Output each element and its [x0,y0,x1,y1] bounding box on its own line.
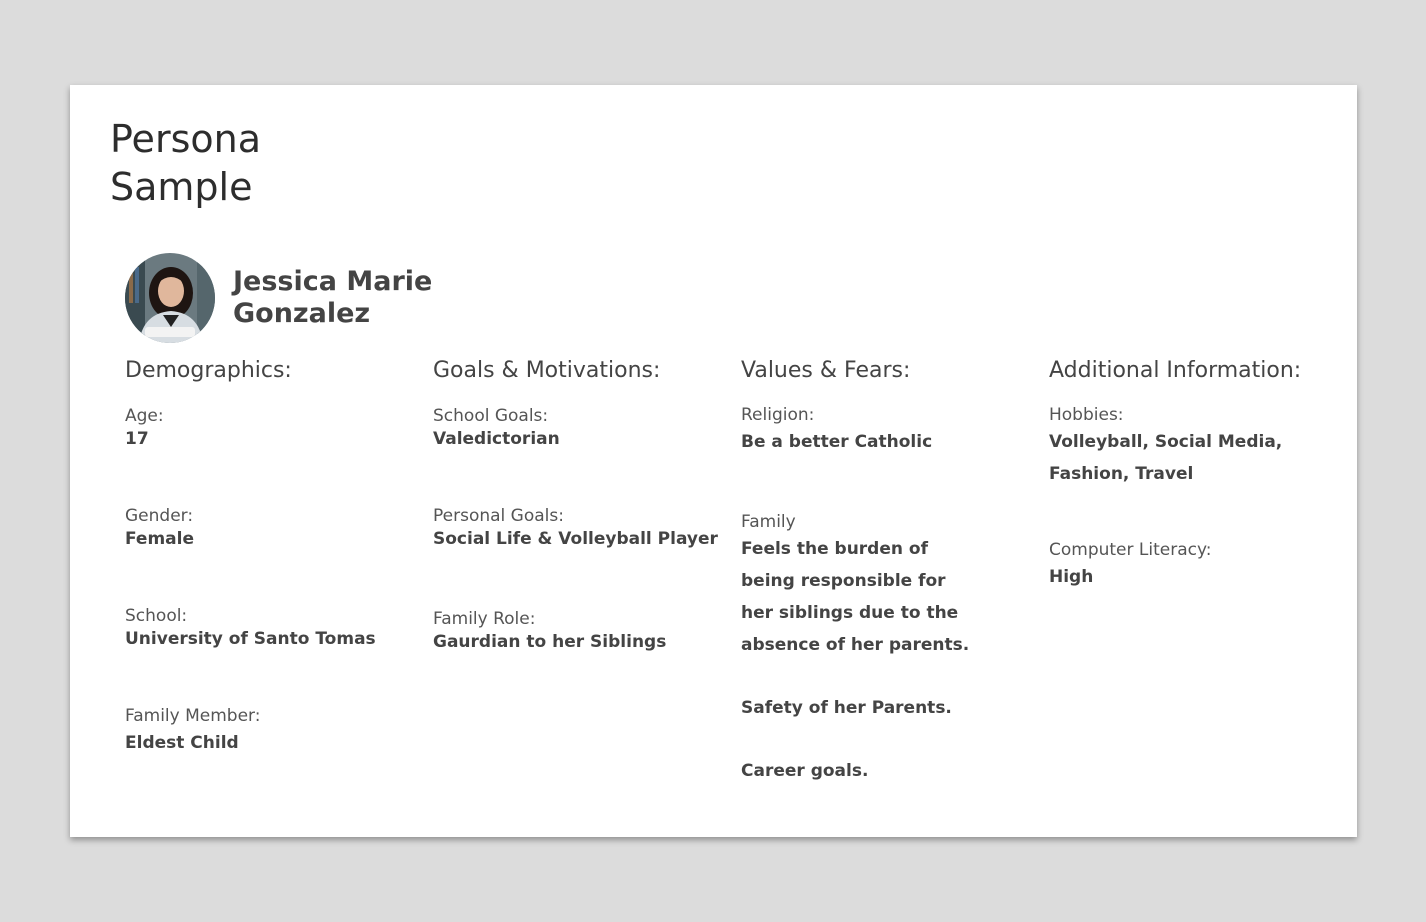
family-line: Feels the burden of [741,539,928,559]
personal-goals-field: Personal Goals: Social Life & Volleyball… [433,505,718,551]
school-goals-value: Valedictorian [433,429,560,449]
fear-career-goals: Career goals. [741,761,869,781]
additional-section: Additional Information: Hobbies: Volleyb… [1049,357,1339,587]
school-label: School: [125,606,188,626]
gender-value: Female [125,529,194,549]
school-goals-field: School Goals: Valedictorian [433,405,560,451]
title-line-2: Sample [110,165,253,209]
gender-field: Gender: Female [125,505,194,551]
persona-card: Persona Sample Jessica Marie Gonzalez De… [70,85,1357,837]
fear-parents-safety: Safety of her Parents. [741,698,952,718]
age-field: Age: 17 [125,405,164,451]
family-role-field: Family Role: Gaurdian to her Siblings [433,608,666,654]
family-line: her siblings due to the [741,603,959,623]
age-value: 17 [125,429,149,449]
persona-name-line-1: Jessica Marie [233,266,433,297]
family-description: Feels the burden of being responsible fo… [741,533,969,661]
avatar [125,253,215,343]
family-label: Family [741,512,796,532]
family-line: being responsible for [741,571,946,591]
demographics-section: Demographics: Age: 17 Gender: Female Sch… [125,357,415,753]
school-value: University of Santo Tomas [125,629,376,649]
persona-name-line-2: Gonzalez [233,298,371,329]
goals-heading: Goals & Motivations: [433,358,661,383]
gender-label: Gender: [125,506,194,526]
family-member-value: Eldest Child [125,733,239,753]
title-line-1: Persona [110,117,261,161]
school-goals-label: School Goals: [433,406,549,426]
hobbies-field: Hobbies: Volleyball, Social Media, Fashi… [1049,404,1282,490]
age-label: Age: [125,406,164,426]
family-member-field: Family Member: Eldest Child [125,705,260,759]
computer-literacy-field: Computer Literacy: High [1049,539,1212,593]
avatar-photo [125,253,215,343]
goals-section: Goals & Motivations: School Goals: Valed… [433,357,723,652]
values-heading: Values & Fears: [741,358,911,383]
values-section: Values & Fears: Religion: Be a better Ca… [741,357,1031,781]
additional-heading: Additional Information: [1049,358,1302,383]
family-field: Family Feels the burden of being respons… [741,511,969,787]
personal-goals-label: Personal Goals: [433,506,564,526]
family-member-label: Family Member: [125,706,261,726]
demographics-heading: Demographics: [125,358,292,383]
personal-goals-value: Social Life & Volleyball Player [433,529,718,549]
persona-name: Jessica Marie Gonzalez [233,266,432,330]
computer-literacy-value: High [1049,567,1094,587]
religion-label: Religion: [741,405,815,425]
page-title: Persona Sample [110,115,261,211]
hobbies-label: Hobbies: [1049,405,1124,425]
hobbies-line: Volleyball, Social Media, [1049,432,1283,452]
religion-field: Religion: Be a better Catholic [741,404,932,458]
hobbies-line: Fashion, Travel [1049,464,1194,484]
school-field: School: University of Santo Tomas [125,605,376,651]
family-role-value: Gaurdian to her Siblings [433,632,667,652]
family-line: absence of her parents. [741,635,970,655]
religion-value: Be a better Catholic [741,432,933,452]
family-role-label: Family Role: [433,609,536,629]
computer-literacy-label: Computer Literacy: [1049,540,1212,560]
